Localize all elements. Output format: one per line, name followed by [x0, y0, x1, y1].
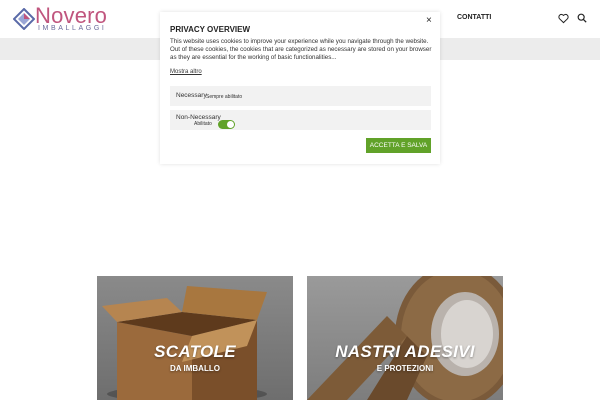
tile-title: NASTRI ADESIVI — [335, 342, 475, 361]
accept-save-button[interactable]: ACCETTA E SALVA — [366, 138, 431, 153]
page: Novero IMBALLAGGI I CONTATTI SCATOLE DA … — [0, 0, 600, 400]
tile-subtitle: DA IMBALLO — [170, 364, 220, 373]
category-state: Abilitato — [194, 121, 212, 127]
heart-icon[interactable] — [558, 13, 569, 24]
logo-diamond-icon — [13, 8, 35, 30]
category-state: Sempre abilitato — [206, 94, 243, 100]
logo-tagline: IMBALLAGGI — [38, 25, 107, 32]
nav-item-contatti[interactable]: CONTATTI — [457, 14, 491, 21]
show-more-link[interactable]: Mostra altro — [170, 69, 202, 75]
cookie-category-non-necessary[interactable]: Non-Necessary Abilitato — [170, 110, 431, 130]
cookie-consent-dialog: × PRIVACY OVERVIEW This website uses coo… — [160, 12, 440, 164]
tile-title: SCATOLE — [154, 342, 236, 361]
category-tile-scatole[interactable]: SCATOLE DA IMBALLO — [97, 276, 293, 400]
logo[interactable]: Novero IMBALLAGGI — [13, 3, 113, 33]
cookie-category-necessary[interactable]: Necessary Sempre abilitato — [170, 86, 431, 106]
search-icon[interactable] — [577, 13, 587, 23]
category-label: Non-Necessary — [176, 114, 221, 121]
tape-roll-image — [307, 276, 503, 400]
dialog-description: This website uses cookies to improve you… — [170, 38, 432, 62]
non-necessary-toggle[interactable] — [218, 120, 235, 129]
close-icon[interactable]: × — [426, 15, 432, 26]
category-tile-nastri-adesivi[interactable]: NASTRI ADESIVI E PROTEZIONI — [307, 276, 503, 400]
dialog-title: PRIVACY OVERVIEW — [170, 25, 251, 34]
toggle-knob — [227, 121, 234, 128]
tile-subtitle: E PROTEZIONI — [376, 364, 434, 373]
category-label: Necessary — [176, 92, 207, 99]
cardboard-box-image — [102, 286, 267, 400]
